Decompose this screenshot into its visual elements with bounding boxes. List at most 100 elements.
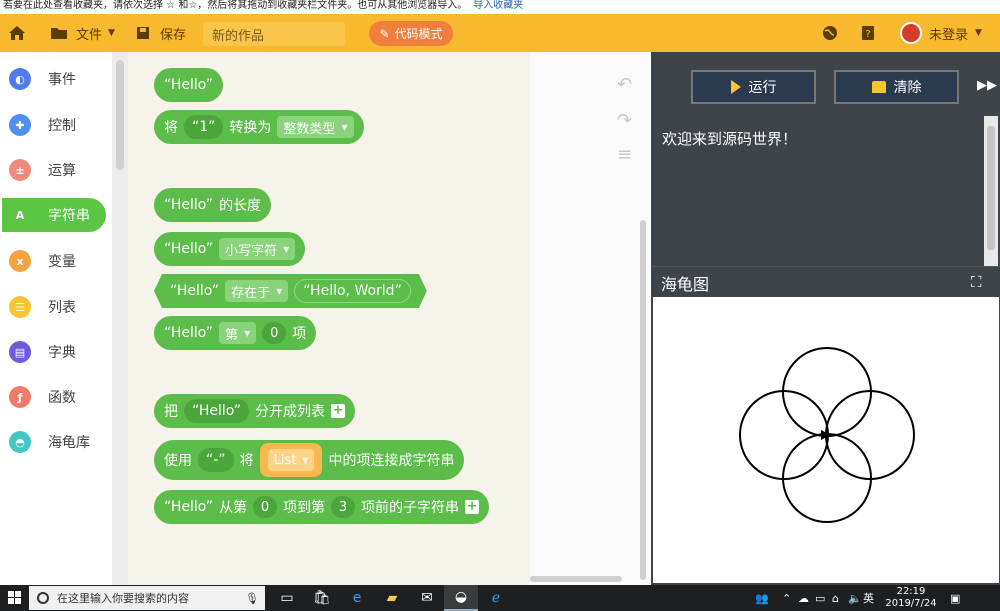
block-text: 转换为 (229, 120, 272, 136)
dropdown-label: 小写字符 (225, 243, 278, 259)
convert-type-block[interactable]: 将 “1” 转换为 整数类型 ▼ (154, 110, 364, 144)
people-icon[interactable]: 👥 (755, 585, 769, 611)
category-functions[interactable]: ƒ 函数 (2, 380, 106, 414)
help-button[interactable]: ? (860, 14, 876, 52)
block-flyout: “Hello” 将 “1” 转换为 整数类型 ▼ “Hello” 的长度 “Hel… (128, 52, 530, 585)
list-variable-block[interactable]: List ▼ (259, 443, 323, 477)
import-favorites-link[interactable]: 导入收藏夹 (473, 0, 523, 11)
block-text: 中的项连接成字符串 (328, 453, 455, 469)
string-index-block[interactable]: “Hello” 第 ▼ 0 项 (154, 316, 317, 350)
turtle-canvas (653, 297, 999, 583)
taskbar-search[interactable]: 在这里输入你要搜索的内容 🎙 (29, 586, 265, 610)
category-label: 运算 (48, 163, 76, 179)
scrollbar-thumb[interactable] (987, 126, 995, 250)
home-icon (9, 26, 25, 40)
value-input[interactable]: “Hello, World” (294, 279, 411, 303)
clock[interactable]: 22:19 2019/7/24 (880, 586, 942, 610)
notification-icon[interactable]: ▣ (950, 585, 960, 611)
plus-icon[interactable]: + (465, 500, 480, 514)
category-control[interactable]: ✚ 控制 (2, 108, 106, 142)
chevron-up-icon[interactable]: ⌃ (782, 585, 791, 611)
network-icon[interactable]: ⌂ (832, 585, 839, 611)
clear-label: 清除 (893, 80, 922, 96)
plus-icon[interactable]: + (331, 404, 346, 418)
user-menu[interactable]: 未登录 ▼ (900, 14, 982, 52)
expand-panel-icon[interactable]: ▶▶ (977, 78, 997, 93)
join-list-block[interactable]: 使用 “-” 将 List ▼ 中的项连接成字符串 (154, 440, 465, 480)
cloud-icon[interactable]: ☁ (798, 585, 809, 611)
category-label: 字典 (48, 345, 76, 361)
category-label: 字符串 (48, 208, 90, 224)
run-button[interactable]: 运行 (691, 70, 816, 104)
string-length-block[interactable]: “Hello” 的长度 (154, 188, 272, 222)
value-input[interactable]: “Hello” (184, 399, 250, 423)
category-lists[interactable]: ☰ 列表 (2, 290, 106, 324)
workspace-horizontal-scrollbar[interactable] (530, 576, 622, 582)
home-button[interactable] (6, 14, 28, 52)
workspace-scrollbar[interactable] (640, 220, 646, 580)
redo-icon[interactable]: ↷ (617, 110, 632, 131)
category-turtle[interactable]: ◓ 海龟库 (2, 425, 106, 459)
chevron-down-icon: ▼ (244, 328, 251, 338)
ime-indicator[interactable]: 英 (863, 585, 874, 611)
contains-dropdown[interactable]: 存在于 ▼ (225, 280, 288, 302)
category-strings[interactable]: A 字符串 (2, 198, 106, 232)
battery-icon[interactable]: ▭ (815, 585, 825, 611)
index-dropdown[interactable]: 第 ▼ (219, 322, 257, 344)
windows-start-icon[interactable] (8, 591, 22, 605)
file-menu[interactable]: 文件 ▼ (50, 14, 115, 52)
split-string-block[interactable]: 把 “Hello” 分开成列表 + (154, 394, 356, 428)
undo-icon[interactable]: ↶ (617, 74, 632, 95)
sidebar-scrollbar[interactable] (112, 52, 128, 585)
number-input[interactable]: 0 (262, 322, 287, 344)
svg-text:?: ? (865, 29, 870, 40)
globe-icon (823, 26, 837, 40)
file-explorer-icon[interactable]: ▰ (375, 585, 409, 611)
category-operators[interactable]: ± 运算 (2, 153, 106, 187)
turtle-title: 海龟图 (661, 275, 710, 294)
block-text: 的长度 (219, 198, 262, 214)
block-text: 把 (164, 404, 178, 420)
save-button[interactable]: 保存 (136, 14, 186, 52)
list-dropdown[interactable]: List ▼ (267, 449, 315, 471)
string-contains-block[interactable]: “Hello” 存在于 ▼ “Hello, World” (154, 274, 427, 308)
substring-block[interactable]: “Hello” 从第 0 项到第 3 项前的子字符串 + (154, 490, 490, 524)
value-input[interactable]: “-” (198, 448, 234, 472)
category-label: 列表 (48, 300, 76, 316)
project-name-input[interactable] (203, 22, 345, 46)
language-button[interactable] (821, 14, 839, 52)
case-dropdown[interactable]: 小写字符 ▼ (219, 238, 296, 260)
volume-icon[interactable]: 🔈 (848, 585, 862, 611)
category-label: 事件 (48, 72, 76, 88)
value-input[interactable]: “1” (184, 115, 224, 139)
workspace[interactable] (530, 52, 651, 585)
number-input[interactable]: 3 (331, 496, 356, 518)
code-mode-label: 代码模式 (394, 27, 443, 41)
chevron-down-icon: ▼ (108, 28, 115, 38)
internet-explorer-icon[interactable]: ℯ (479, 585, 513, 611)
fullscreen-icon[interactable]: ⛶ (971, 273, 982, 291)
category-variables[interactable]: x 变量 (2, 244, 106, 278)
turtle-icon: ◓ (9, 431, 31, 453)
photos-app-icon[interactable]: ◒ (444, 585, 478, 611)
mail-icon[interactable]: ✉ (410, 585, 444, 611)
category-dictionary[interactable]: ▤ 字典 (2, 335, 106, 369)
dropdown-label: 存在于 (231, 285, 271, 301)
type-dropdown[interactable]: 整数类型 ▼ (277, 116, 354, 138)
clear-button[interactable]: 清除 (834, 70, 959, 104)
block-text: “Hello” (164, 197, 214, 213)
category-events[interactable]: ◐ 事件 (2, 62, 106, 96)
task-view-icon[interactable]: ▭ (270, 585, 304, 611)
play-icon (730, 80, 741, 94)
cleanup-icon[interactable]: ≡ (617, 144, 632, 165)
console-scrollbar[interactable] (984, 116, 998, 266)
microphone-icon[interactable]: 🎙 (245, 592, 259, 605)
scrollbar-thumb[interactable] (116, 60, 124, 170)
edge-icon[interactable]: e (340, 585, 374, 611)
string-case-block[interactable]: “Hello” 小写字符 ▼ (154, 232, 306, 266)
block-text: “Hello” (170, 283, 220, 299)
code-mode-button[interactable]: ✎ 代码模式 (369, 21, 453, 46)
store-icon[interactable]: 🛍 (305, 585, 339, 611)
number-input[interactable]: 0 (253, 496, 278, 518)
string-literal-block[interactable]: “Hello” (154, 68, 224, 102)
